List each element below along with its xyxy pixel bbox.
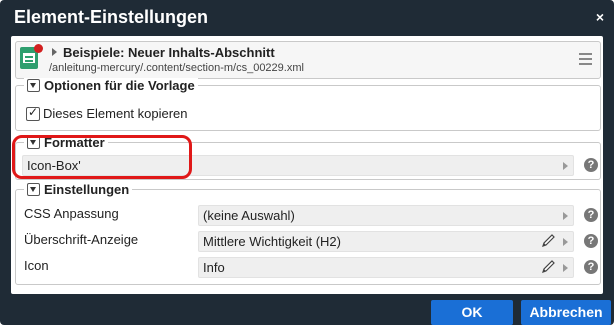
template-options-legend[interactable]: Optionen für die Vorlage <box>24 78 198 93</box>
pencil-icon[interactable] <box>541 234 559 248</box>
css-adjustment-select[interactable]: (keine Auswahl) <box>198 205 574 226</box>
heading-display-select[interactable]: Mittlere Wichtigkeit (H2) <box>198 231 574 252</box>
ok-button[interactable]: OK <box>431 300 513 325</box>
chevron-right-icon[interactable] <box>563 264 568 272</box>
close-icon[interactable]: × <box>596 9 604 25</box>
element-title: Beispiele: Neuer Inhalts-Abschnitt <box>63 45 275 60</box>
css-adjustment-value: (keine Auswahl) <box>203 208 295 223</box>
status-dot-icon <box>34 44 43 53</box>
dialog-footer: OK Abbrechen <box>0 295 614 325</box>
formatter-highlight-annotation <box>12 135 192 179</box>
css-adjustment-help-icon[interactable]: ? <box>584 208 598 222</box>
css-adjustment-label: CSS Anpassung <box>24 206 119 221</box>
chevron-down-icon[interactable] <box>27 79 40 92</box>
settings-legend-label: Einstellungen <box>44 182 130 197</box>
pencil-icon[interactable] <box>541 260 559 274</box>
heading-display-label: Überschrift-Anzeige <box>24 232 139 247</box>
dialog-title: Element-Einstellungen <box>14 7 209 27</box>
element-header: Beispiele: Neuer Inhalts-Abschnitt /anle… <box>15 41 601 79</box>
icon-label: Icon <box>24 258 49 273</box>
template-options-group: Optionen für die Vorlage Dieses Element … <box>15 78 601 131</box>
icon-help-icon[interactable]: ? <box>584 260 598 274</box>
element-settings-dialog: Element-Einstellungen × Beispiele: Neuer… <box>0 0 614 325</box>
dialog-titlebar: Element-Einstellungen × <box>0 0 614 34</box>
expand-arrow-icon[interactable] <box>52 48 57 56</box>
hamburger-menu-icon[interactable] <box>579 53 592 65</box>
icon-value: Info <box>203 260 225 275</box>
settings-legend[interactable]: Einstellungen <box>24 182 133 197</box>
chevron-right-icon[interactable] <box>563 238 568 246</box>
element-path: /anleitung-mercury/.content/section-m/cs… <box>49 62 304 74</box>
cancel-button[interactable]: Abbrechen <box>521 300 611 325</box>
copy-element-label[interactable]: Dieses Element kopieren <box>43 106 188 121</box>
template-options-legend-label: Optionen für die Vorlage <box>44 78 195 93</box>
heading-display-help-icon[interactable]: ? <box>584 234 598 248</box>
copy-element-checkbox[interactable] <box>26 105 40 121</box>
chevron-right-icon[interactable] <box>563 212 568 220</box>
chevron-down-icon[interactable] <box>27 183 40 196</box>
chevron-right-icon[interactable] <box>563 162 568 170</box>
icon-select[interactable]: Info <box>198 257 574 278</box>
formatter-help-icon[interactable]: ? <box>584 158 598 172</box>
heading-display-value: Mittlere Wichtigkeit (H2) <box>203 234 341 249</box>
settings-group: Einstellungen CSS Anpassung (keine Auswa… <box>15 182 601 285</box>
